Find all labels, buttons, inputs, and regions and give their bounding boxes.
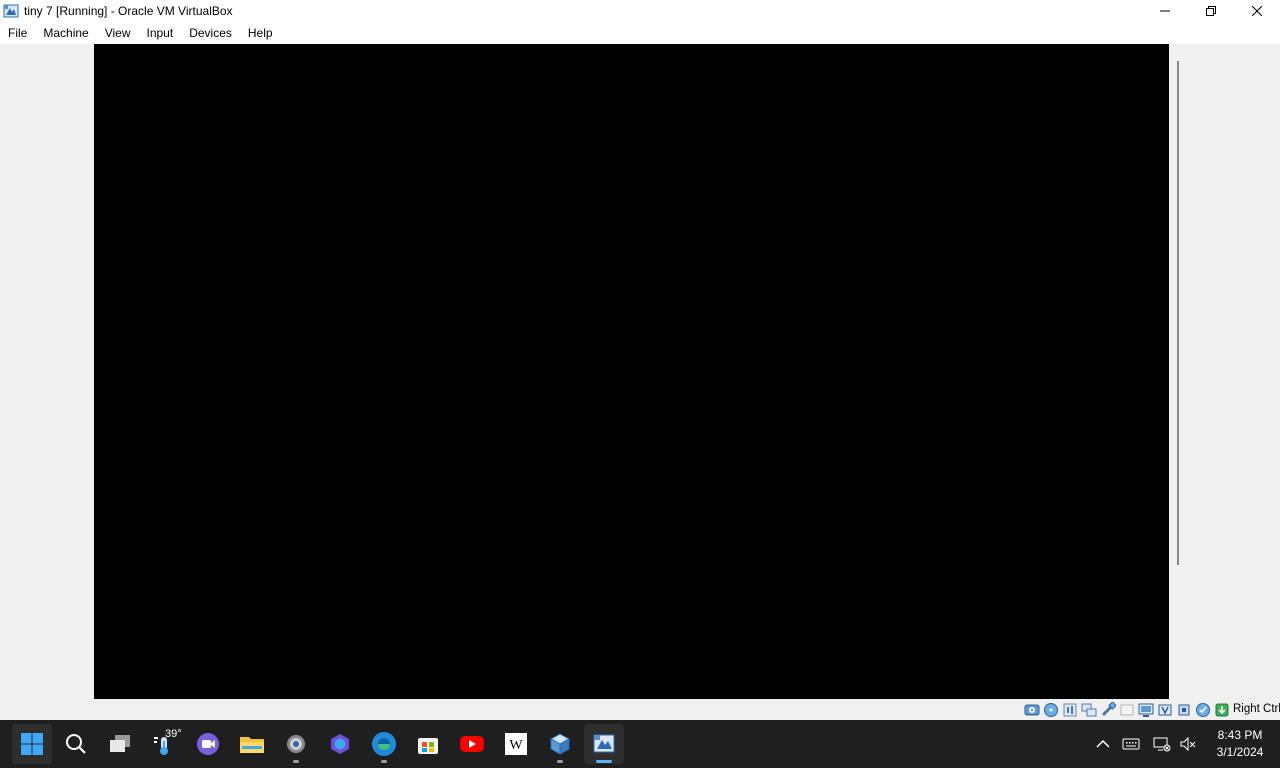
network-status[interactable] [1152, 734, 1172, 754]
virtualbox-app-icon[interactable] [3, 3, 19, 19]
windows-logo-icon [21, 733, 43, 755]
display-icon[interactable] [1138, 702, 1154, 718]
cpu-icon[interactable] [1176, 702, 1192, 718]
window-controls [1142, 0, 1280, 22]
status-icons [1024, 702, 1230, 718]
edge-app[interactable] [364, 724, 404, 764]
maximize-button[interactable] [1188, 0, 1234, 22]
restore-icon [1206, 6, 1216, 16]
close-button[interactable] [1234, 0, 1280, 22]
close-icon [1252, 6, 1262, 16]
usb-icon[interactable] [1100, 702, 1116, 718]
copilot-app[interactable] [320, 724, 360, 764]
menu-help[interactable]: Help [240, 22, 281, 44]
clock-date: 3/1/2024 [1216, 745, 1264, 759]
input-indicator[interactable] [1121, 734, 1141, 754]
folder-icon [240, 737, 264, 753]
settings-app[interactable] [276, 724, 316, 764]
menu-bar: File Machine View Input Devices Help [0, 22, 1280, 44]
video-call-app[interactable] [188, 724, 228, 764]
speaker-muted-icon [1180, 736, 1196, 752]
minimize-button[interactable] [1142, 0, 1188, 22]
optical-drive-icon[interactable] [1043, 702, 1059, 718]
running-indicator [557, 760, 563, 763]
network-icon[interactable] [1081, 702, 1097, 718]
running-indicator [381, 760, 387, 763]
keyboard-icon [1122, 738, 1140, 750]
virtualbox-vm-icon [593, 734, 615, 753]
clock-time: 8:43 PM [1217, 728, 1263, 742]
show-hidden-icons-button[interactable] [1093, 734, 1113, 754]
menu-devices[interactable]: Devices [181, 22, 240, 44]
gear-icon [287, 735, 305, 753]
svg-text:W: W [509, 738, 523, 753]
title-bar: tiny 7 [Running] - Oracle VM VirtualBox [0, 0, 1280, 22]
status-bar: Right Ctrl [0, 700, 1280, 720]
task-view-button[interactable] [100, 724, 140, 764]
taskbar: 39° W 8:43 PM 3/1/2024 [0, 720, 1280, 768]
store-app[interactable] [408, 724, 448, 764]
start-button[interactable] [12, 724, 52, 764]
virtualbox-cube-icon [549, 733, 571, 755]
video-call-icon [197, 733, 219, 755]
file-explorer-app[interactable] [232, 724, 272, 764]
virtualbox-vm-window[interactable] [584, 724, 624, 764]
search-button[interactable] [56, 724, 96, 764]
store-icon [418, 738, 438, 754]
recording-icon[interactable] [1157, 702, 1173, 718]
keyboard-capture-icon[interactable] [1214, 702, 1230, 718]
youtube-app[interactable] [452, 724, 492, 764]
minimize-icon [1160, 10, 1170, 12]
hard-disk-icon[interactable] [1024, 702, 1040, 718]
menu-machine[interactable]: Machine [35, 22, 96, 44]
weather-temperature: 39° [165, 728, 182, 740]
youtube-icon [460, 736, 484, 752]
vm-display-area [0, 44, 1280, 700]
audio-icon[interactable] [1062, 702, 1078, 718]
vm-screen[interactable] [94, 44, 1169, 699]
virtualbox-manager-app[interactable] [540, 724, 580, 764]
network-disconnected-icon [1153, 737, 1171, 752]
mouse-integration-icon[interactable] [1195, 702, 1211, 718]
active-indicator [596, 760, 612, 763]
window-title: tiny 7 [Running] - Oracle VM VirtualBox [24, 4, 233, 18]
search-icon [66, 734, 86, 754]
menu-view[interactable]: View [97, 22, 139, 44]
taskbar-clock[interactable]: 8:43 PM 3/1/2024 [1208, 727, 1272, 761]
chevron-up-icon [1096, 739, 1110, 748]
wikipedia-app[interactable]: W [496, 724, 536, 764]
host-key-label: Right Ctrl [1233, 703, 1280, 715]
volume-status[interactable] [1178, 734, 1198, 754]
running-indicator [293, 760, 299, 763]
edge-browser-icon [372, 732, 396, 756]
task-view-icon [110, 735, 130, 752]
shared-folders-icon[interactable] [1119, 702, 1135, 718]
copilot-icon [331, 734, 349, 754]
wikipedia-icon: W [505, 733, 527, 755]
menu-file[interactable]: File [0, 22, 35, 44]
vertical-scrollbar[interactable] [1177, 61, 1179, 565]
menu-input[interactable]: Input [139, 22, 182, 44]
